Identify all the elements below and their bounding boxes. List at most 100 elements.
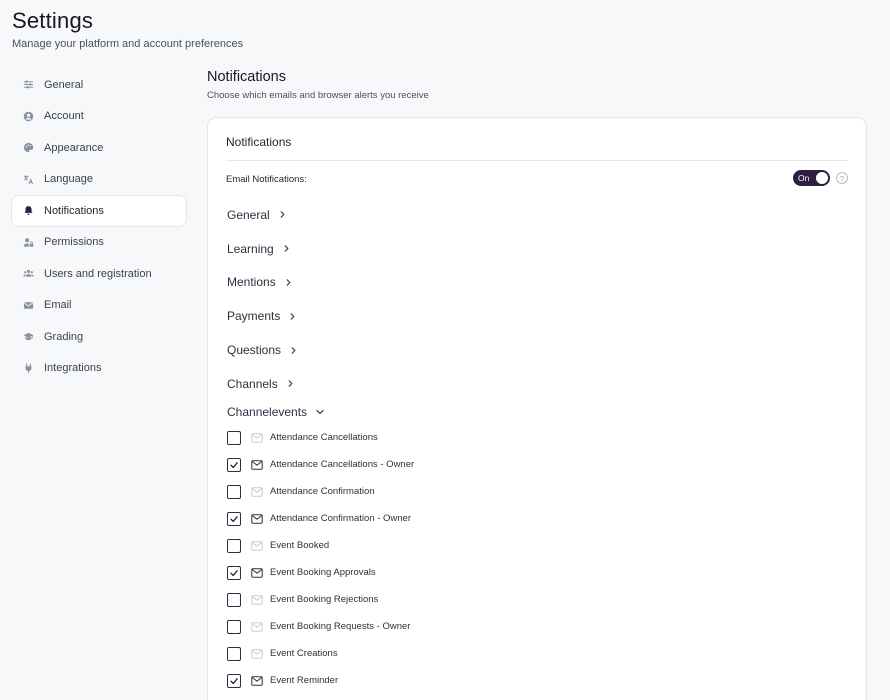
mail-icon [251,621,263,632]
toggle-label: On [798,173,810,183]
event-label: Event Booked [270,540,330,551]
notifications-card: Notifications Email Notifications: On ? … [207,117,867,700]
sidebar-item-notifications[interactable]: Notifications [11,195,187,227]
section-toggle-questions[interactable]: Questions [227,333,299,367]
email-notifications-toggle[interactable]: On [793,170,830,186]
event-label: Event Reminder [270,675,339,686]
chevron-right-icon [284,277,294,287]
event-checkbox[interactable] [227,592,241,607]
section-label: Channelevents [227,405,308,419]
section-toggle-payments[interactable]: Payments [227,299,299,333]
sidebar-item-label: Grading [44,330,84,343]
list-item: Attendance Confirmation - Owner [227,505,414,532]
sidebar-item-users-and-registration[interactable]: Users and registration [11,258,187,290]
event-checkbox[interactable] [227,484,241,499]
sidebar-item-general[interactable]: General [11,69,187,101]
list-item: Attendance Cancellations [227,424,414,451]
list-item: Event Booking Rejections [227,586,414,613]
event-label: Attendance Confirmation - Owner [270,513,411,524]
section-title: Notifications [207,69,286,85]
sidebar-item-label: Email [44,299,72,312]
list-item: Event Reminder [227,667,414,694]
sidebar-item-label: Users and registration [44,267,152,280]
event-label: Event Booking Requests - Owner [270,621,411,632]
event-checkbox[interactable] [227,646,241,661]
mail-icon [251,486,263,497]
divider [226,160,848,161]
user-lock-icon [22,236,34,248]
translate-icon [22,173,34,185]
users-icon [22,268,34,280]
checkmark-icon [230,515,238,522]
sidebar-item-label: Permissions [44,236,104,249]
palette-icon [22,142,34,154]
section-label: General [227,207,270,222]
list-item: Event Booking Approvals [227,559,414,586]
page-title: Settings [12,8,94,33]
list-item: Attendance Confirmation [227,478,414,505]
sidebar-item-language[interactable]: Language [11,164,187,196]
mail-icon [251,432,263,443]
section-subtitle: Choose which emails and browser alerts y… [207,90,429,101]
event-checkbox[interactable] [227,673,241,688]
event-label: Event Booking Approvals [270,567,376,578]
sidebar-item-label: Language [44,173,93,186]
section-label: Channels [227,376,278,391]
event-checkbox[interactable] [227,430,241,445]
event-checkbox[interactable] [227,511,241,526]
event-label: Event Booking Rejections [270,594,379,605]
chevron-right-icon [286,379,296,389]
email-notifications-label: Email Notifications: [226,173,307,185]
section-label: Mentions [227,275,276,290]
event-checkbox[interactable] [227,538,241,553]
page-subtitle: Manage your platform and account prefere… [12,38,244,50]
help-icon[interactable]: ? [836,172,848,184]
envelope-icon [22,299,34,311]
bell-icon [22,205,34,217]
chevron-right-icon [282,244,292,254]
section-toggle-mentions[interactable]: Mentions [227,266,299,300]
sidebar-item-label: Account [44,110,84,123]
section-toggle-channelevents[interactable]: Channelevents [227,403,325,421]
sidebar-item-label: Notifications [44,204,104,217]
chevron-right-icon [289,345,299,355]
section-toggle-channels[interactable]: Channels [227,367,299,401]
event-checkbox[interactable] [227,565,241,580]
chevron-right-icon [288,311,298,321]
section-label: Questions [227,343,282,358]
list-item: Event Booking Requests - Owner [227,613,414,640]
settings-sidebar: General Account Appearance Language Notifica… [11,69,187,384]
mail-icon [251,513,263,524]
section-toggle-learning[interactable]: Learning [227,232,299,266]
event-label: Event Creations [270,648,338,659]
channelevents-list: Attendance Cancellations Attendance Cance… [227,424,414,694]
event-checkbox[interactable] [227,619,241,634]
sidebar-item-integrations[interactable]: Integrations [11,353,187,385]
event-label: Attendance Confirmation [270,486,375,497]
section-toggle-general[interactable]: General [227,198,299,232]
list-item: Event Creations [227,640,414,667]
mail-icon [251,540,263,551]
email-notifications-row: Email Notifications: On ? [226,170,848,188]
sidebar-item-appearance[interactable]: Appearance [11,132,187,164]
sidebar-item-permissions[interactable]: Permissions [11,227,187,259]
checkmark-icon [230,677,238,684]
sidebar-item-account[interactable]: Account [11,101,187,133]
sidebar-item-label: Integrations [44,362,102,375]
notification-sections: General Learning Mentions Payments Questions… [227,198,299,401]
toggle-knob [816,172,828,184]
mail-icon [251,648,263,659]
graduation-cap-icon [22,331,34,343]
event-checkbox[interactable] [227,457,241,472]
checkmark-icon [230,461,238,468]
checkmark-icon [230,569,238,576]
sidebar-item-email[interactable]: Email [11,290,187,322]
sidebar-item-grading[interactable]: Grading [11,321,187,353]
event-label: Attendance Cancellations - Owner [270,459,415,470]
mail-icon [251,459,263,470]
mail-icon [251,567,263,578]
section-label: Learning [227,241,274,256]
sidebar-item-label: Appearance [44,141,104,154]
sidebar-item-label: General [44,78,84,91]
chevron-down-icon [315,407,325,417]
